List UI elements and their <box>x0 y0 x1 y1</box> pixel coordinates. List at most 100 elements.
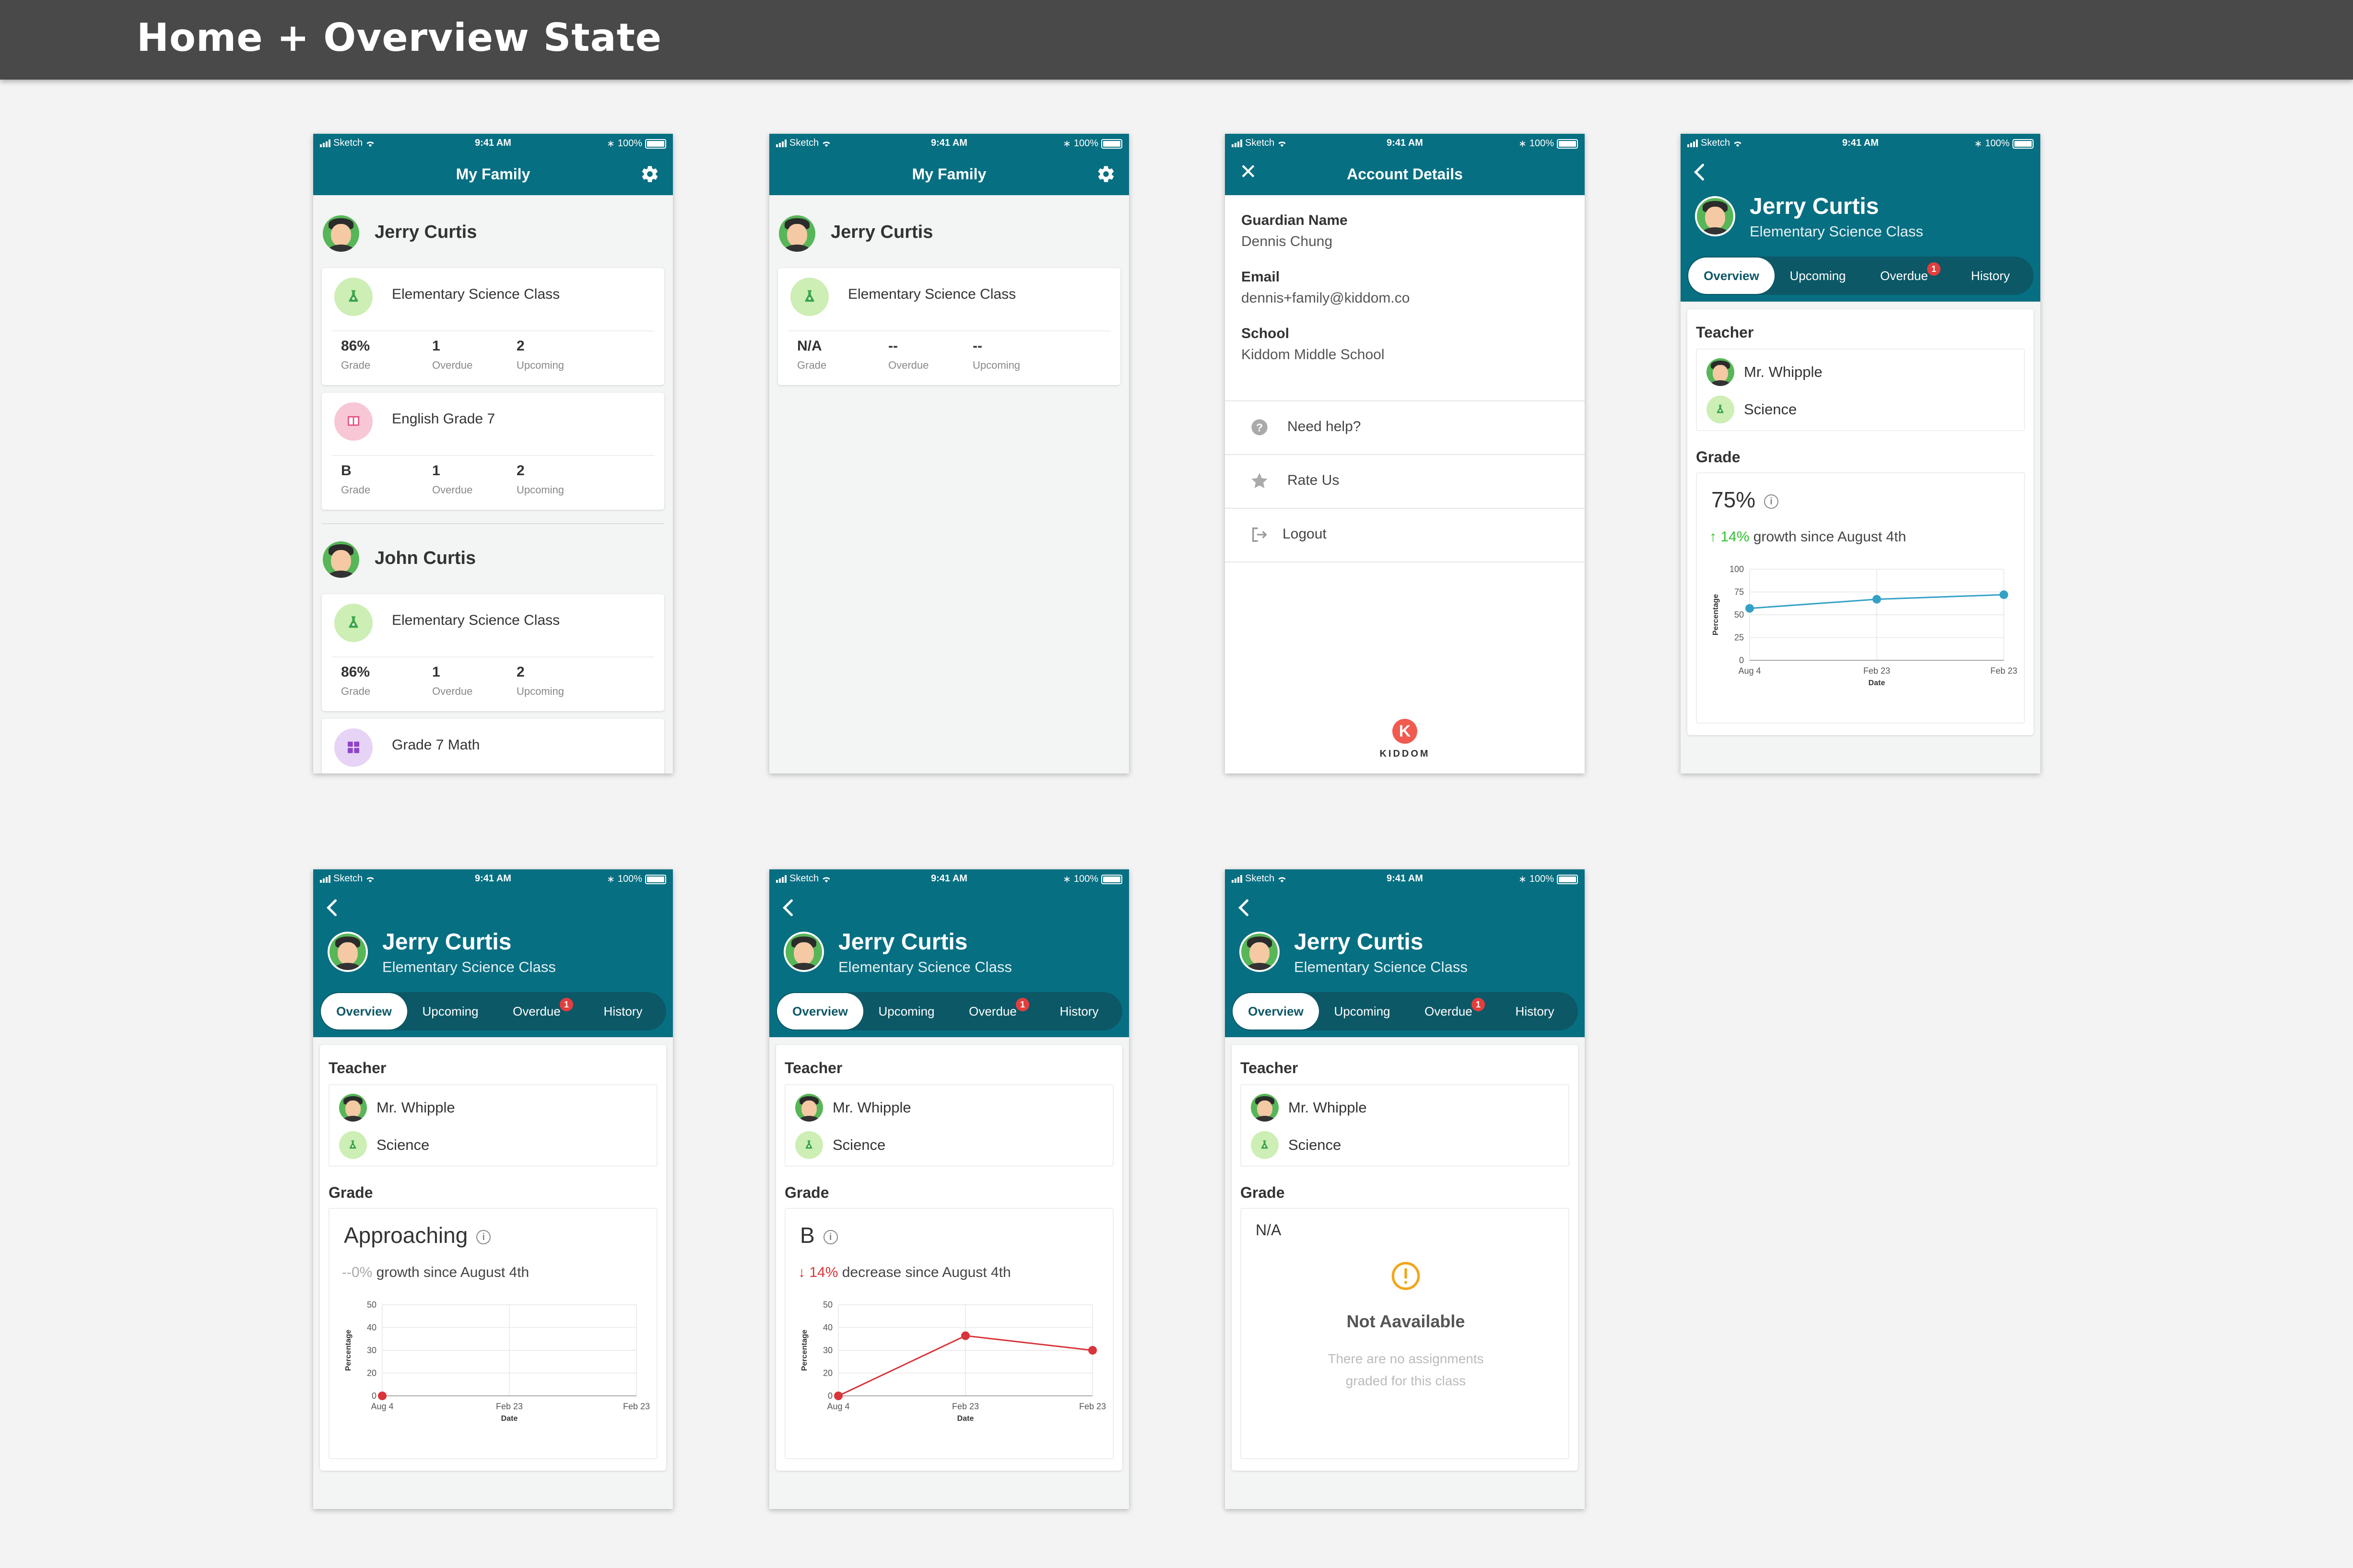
y-tick-label: 100 <box>1729 564 1744 574</box>
class-name: Elementary Science Class <box>382 959 556 975</box>
nav-bar: My Family <box>313 153 673 195</box>
y-axis-title: Percentage <box>344 1330 353 1371</box>
overview-header: Sketch 9:41 AM ∗ 100% Jerry Curtis Elementa… <box>313 869 673 1037</box>
rate-us-row[interactable]: Rate Us <box>1225 454 1585 508</box>
teacher-row[interactable]: Mr. Whipple <box>339 1094 455 1122</box>
science-class-icon <box>339 1131 367 1159</box>
class-card[interactable]: English Grade 7 B Grade 1 Overdue 2 Upcomin… <box>322 393 664 510</box>
grade-label: Grade <box>1696 448 1741 466</box>
back-chevron-icon[interactable] <box>1236 898 1251 917</box>
battery-icon <box>645 139 666 149</box>
grade-label: Grade <box>785 1184 829 1201</box>
class-name: English Grade 7 <box>392 411 495 427</box>
class-card[interactable]: Grade 7 Math <box>322 719 664 773</box>
overdue-badge: 1 <box>1927 262 1941 276</box>
status-bar: Sketch 9:41 AM ∗ 100% <box>313 134 673 153</box>
y-tick-label: 50 <box>367 1300 376 1310</box>
class-card[interactable]: Elementary Science Class 86% Grade 1 Overd… <box>322 268 664 385</box>
teacher-row[interactable]: Mr. Whipple <box>795 1094 911 1122</box>
teacher-name: Mr. Whipple <box>1744 363 1823 380</box>
overview-card: Teacher Mr. Whipple Science Grade Bi ↓ 14… <box>776 1045 1122 1471</box>
phone-overview-graded: Sketch 9:41 AM ∗ 100% Jerry Curtis Elementa… <box>1681 134 2040 773</box>
tab-upcoming[interactable]: Upcoming <box>1775 257 1861 295</box>
grade-box: Bi ↓ 14% decrease since August 4th 50 40 30 2… <box>785 1208 1114 1459</box>
stat-upcoming: 2 Upcoming <box>517 338 565 371</box>
back-chevron-icon[interactable] <box>325 898 339 917</box>
teacher-label: Teacher <box>329 1059 387 1077</box>
class-card[interactable]: Elementary Science Class 86% Grade 1 Overd… <box>322 594 664 711</box>
help-icon: ? <box>1251 419 1268 435</box>
science-class-icon <box>334 278 373 316</box>
x-tick-label: Feb 23 <box>1863 666 1890 676</box>
stat-overdue: 1 Overdue <box>432 338 473 371</box>
teacher-row[interactable]: Mr. Whipple <box>1251 1094 1367 1122</box>
tab-overview[interactable]: Overview <box>1233 993 1319 1030</box>
x-tick-label: Feb 23 <box>623 1402 650 1411</box>
class-name: Elementary Science Class <box>392 286 560 302</box>
data-point <box>961 1331 970 1340</box>
class-name: Elementary Science Class <box>838 959 1012 975</box>
email-field: Email dennis+family@kiddom.co <box>1241 269 1410 306</box>
class-name: Elementary Science Class <box>392 612 560 628</box>
science-class-icon <box>795 1131 823 1159</box>
class-stats: 86% Grade 1 Overdue 2 Upcoming <box>331 330 655 371</box>
data-point <box>1872 595 1881 604</box>
student-name: Jerry Curtis <box>1750 194 1879 219</box>
student-name: Jerry Curtis <box>1294 929 1424 955</box>
x-tick-label: Feb 23 <box>1990 666 2017 676</box>
stat-overdue: 1 Overdue <box>432 664 473 697</box>
not-available-title: Not Aavailable <box>1346 1311 1465 1331</box>
subject-name: Science <box>833 1136 886 1153</box>
tab-history[interactable]: History <box>1492 992 1578 1030</box>
x-tick-label: Aug 4 <box>1738 666 1761 676</box>
battery-status: ∗ 100% <box>607 873 666 885</box>
bluetooth-icon: ∗ <box>1063 874 1071 885</box>
stat-upcoming: 2 Upcoming <box>517 664 565 697</box>
data-point <box>834 1392 843 1400</box>
y-tick-label: 20 <box>367 1369 376 1378</box>
tab-history[interactable]: History <box>1036 992 1122 1030</box>
overview-card: Teacher Mr. Whipple Science Grade Approa… <box>320 1045 666 1471</box>
student-name: Jerry Curtis <box>375 222 477 242</box>
warning-icon <box>1241 1261 1570 1294</box>
tab-history[interactable]: History <box>580 992 666 1030</box>
y-tick-label: 30 <box>367 1346 376 1355</box>
stat-grade: N/A Grade <box>797 338 827 371</box>
data-point <box>1745 604 1754 613</box>
avatar <box>779 215 815 252</box>
y-tick-label: 50 <box>823 1300 833 1310</box>
grade-chart: 50 40 30 20 0Aug 4 Feb 23 Feb 23 Date Percentage <box>800 1300 1106 1423</box>
tab-upcoming[interactable]: Upcoming <box>863 992 950 1030</box>
tab-overview[interactable]: Overview <box>321 993 407 1030</box>
teacher-name: Mr. Whipple <box>376 1099 455 1116</box>
back-chevron-icon[interactable] <box>1692 163 1706 182</box>
tab-upcoming[interactable]: Upcoming <box>1319 992 1405 1030</box>
gear-icon[interactable] <box>1096 164 1116 184</box>
battery-status: ∗ 100% <box>1518 873 1578 885</box>
grade-label: Grade <box>329 1184 373 1201</box>
tab-upcoming[interactable]: Upcoming <box>407 992 494 1030</box>
back-chevron-icon[interactable] <box>781 898 795 917</box>
battery-icon <box>645 874 666 884</box>
stat-overdue: 1 Overdue <box>432 463 473 496</box>
tab-overview[interactable]: Overview <box>1688 257 1775 294</box>
status-bar: Sketch 9:41 AM ∗ 100% <box>1225 134 1585 153</box>
data-point <box>378 1392 387 1400</box>
logout-row[interactable]: Logout <box>1225 508 1585 562</box>
class-card[interactable]: Elementary Science Class N/A Grade -- Over… <box>778 268 1120 385</box>
science-class-icon <box>790 278 829 316</box>
need-help-row[interactable]: ? Need help? <box>1225 400 1585 454</box>
status-bar: Sketch 9:41 AM ∗ 100% <box>313 869 673 889</box>
tab-history[interactable]: History <box>1947 257 2034 295</box>
student-name: Jerry Curtis <box>831 222 933 242</box>
nav-title: My Family <box>912 165 987 183</box>
avatar <box>323 541 359 578</box>
grade-chart: 50 40 30 20 0Aug 4 Feb 23 Feb 23 Date Percentage <box>344 1300 650 1423</box>
gear-icon[interactable] <box>640 164 659 184</box>
battery-status: ∗ 100% <box>1063 138 1122 150</box>
teacher-label: Teacher <box>1240 1059 1298 1077</box>
teacher-row[interactable]: Mr. Whipple <box>1706 358 1823 386</box>
tab-overview[interactable]: Overview <box>777 993 863 1030</box>
school-field: School Kiddom Middle School <box>1241 326 1385 363</box>
nav-title: My Family <box>456 165 530 183</box>
